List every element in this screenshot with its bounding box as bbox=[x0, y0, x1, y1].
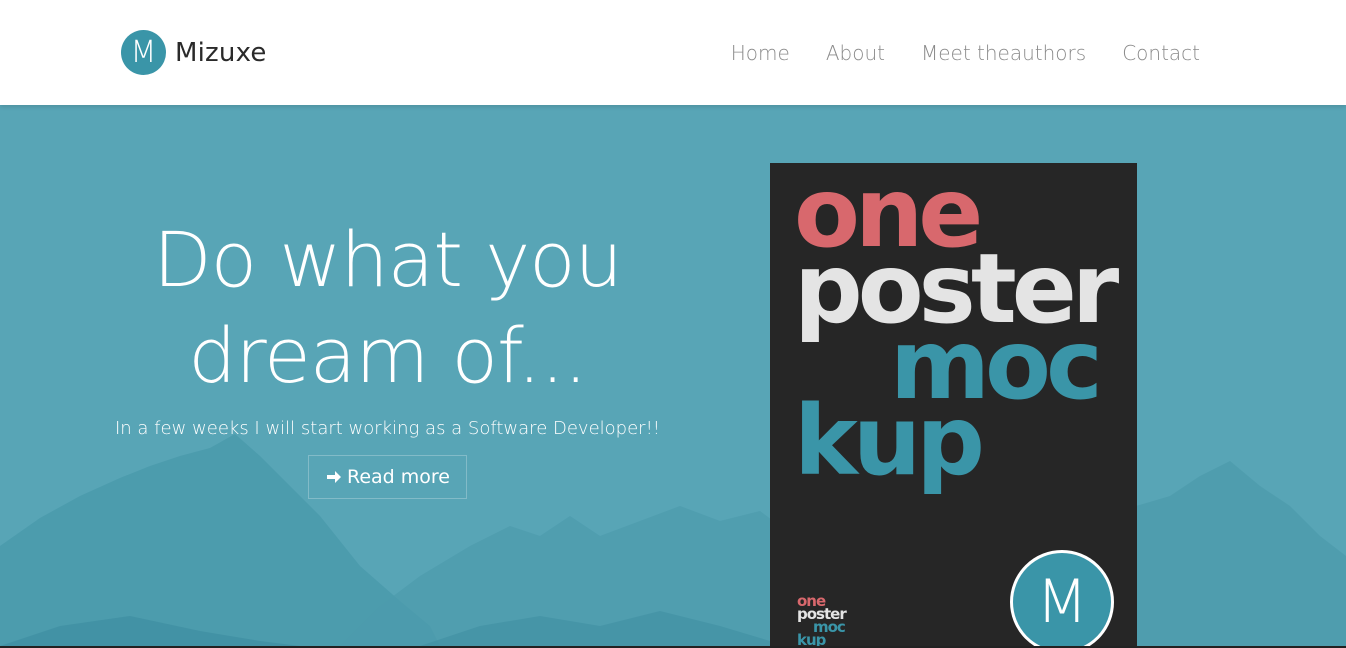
poster-small-logo: one poster moc kup bbox=[797, 594, 847, 647]
poster-mockup: one poster moc kup one poster moc kup M bbox=[770, 163, 1137, 646]
brand-link[interactable]: M Mizuxe bbox=[121, 30, 267, 75]
hero-title: Do what you dream of... bbox=[110, 212, 665, 404]
nav-link-about[interactable]: About bbox=[826, 41, 885, 65]
poster-headline: one poster moc kup bbox=[794, 165, 1119, 489]
read-more-button[interactable]: Read more bbox=[308, 455, 467, 499]
poster-badge-icon: M bbox=[1010, 550, 1114, 646]
nav-link-meet-the-authors[interactable]: Meet theauthors bbox=[921, 41, 1086, 65]
hero-title-line2: dream of... bbox=[188, 311, 588, 400]
hero-subtitle: In a few weeks I will start working as a… bbox=[114, 418, 660, 439]
brand-name: Mizuxe bbox=[175, 37, 267, 68]
hero-title-line1: Do what you bbox=[153, 215, 623, 304]
brand-logo-icon: M bbox=[121, 30, 166, 75]
nav-link-home[interactable]: Home bbox=[731, 41, 790, 65]
hero-section: Do what you dream of... In a few weeks I… bbox=[0, 105, 1346, 646]
arrow-right-icon bbox=[327, 471, 341, 483]
hero-text: Do what you dream of... In a few weeks I… bbox=[110, 212, 665, 499]
navbar: M Mizuxe Home About Meet theauthors Cont… bbox=[0, 0, 1346, 105]
nav-link-contact[interactable]: Contact bbox=[1122, 41, 1200, 65]
nav-links: Home About Meet theauthors Contact bbox=[731, 41, 1200, 65]
read-more-label: Read more bbox=[347, 466, 450, 488]
